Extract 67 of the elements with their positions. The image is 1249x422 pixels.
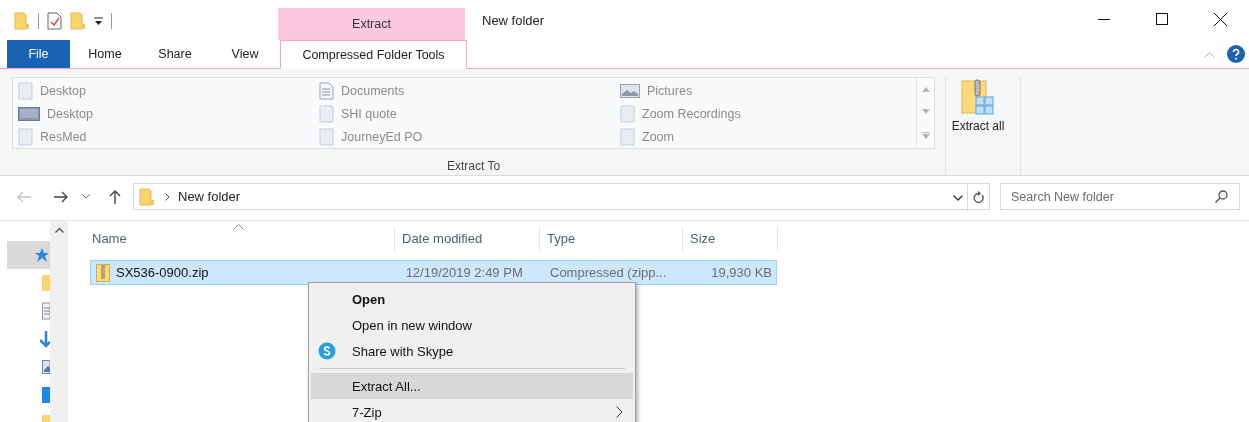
column-header[interactable]: Type xyxy=(540,226,683,251)
ribbon-tab[interactable]: Home xyxy=(70,40,140,68)
zip-folder-icon xyxy=(96,263,110,282)
scrollbar[interactable] xyxy=(50,221,68,422)
column-header[interactable]: Name xyxy=(90,226,395,251)
file-row[interactable]: SX536-0900.zip 12/19/2019 2:49 PM Compressed (zipp... 19,930 KB xyxy=(90,260,777,285)
picture-icon xyxy=(620,84,640,99)
table-cell-text: 12/19/2019 2:49 PM xyxy=(404,265,524,280)
dropdown-icon[interactable] xyxy=(94,16,103,26)
contextual-tab-header: Extract xyxy=(278,8,465,40)
file-icon xyxy=(319,127,334,146)
search-field[interactable]: Search New folder xyxy=(1000,183,1240,210)
chevron-down-icon xyxy=(953,194,963,201)
breadcrumb[interactable]: New folder xyxy=(178,189,241,204)
nav-pane-item[interactable] xyxy=(7,241,50,269)
file-icon xyxy=(620,127,635,146)
refresh-icon xyxy=(972,191,985,204)
file-icon xyxy=(18,82,33,101)
star-icon xyxy=(34,247,50,263)
scroll-up-icon[interactable] xyxy=(54,227,64,233)
file-menu-button[interactable]: File xyxy=(7,40,70,68)
new-folder-icon xyxy=(70,12,86,30)
close-icon xyxy=(1213,12,1227,26)
folder-icon xyxy=(14,12,30,30)
properties-icon[interactable] xyxy=(47,12,62,30)
device-icon xyxy=(42,387,50,403)
menu-item[interactable]: Extract All... xyxy=(311,373,633,399)
menu-item[interactable]: Share with Skype xyxy=(311,338,633,364)
collapse-ribbon-icon[interactable] xyxy=(1204,50,1215,58)
file-icon xyxy=(18,127,33,146)
menu-item[interactable]: Open xyxy=(311,286,633,312)
ribbon-tab[interactable]: View xyxy=(210,40,280,68)
folder-icon xyxy=(42,274,50,292)
arrow-up-icon xyxy=(109,189,121,204)
document-icon xyxy=(319,82,334,101)
document-icon xyxy=(42,302,50,320)
ribbon-tab[interactable]: Share xyxy=(140,40,210,68)
chevron-down-icon xyxy=(82,194,90,199)
monitor-icon xyxy=(18,107,40,121)
file-icon xyxy=(620,105,635,123)
file-name: SX536-0900.zip xyxy=(116,265,209,280)
arrow-down-icon xyxy=(40,330,50,348)
ribbon-tab[interactable]: Compressed Folder Tools xyxy=(280,40,467,69)
folder-icon xyxy=(139,187,155,206)
table-cell-text: 19,930 KB xyxy=(710,265,773,280)
arrow-left-icon xyxy=(16,190,31,203)
extract-all-button[interactable]: Extract all xyxy=(946,77,1010,163)
skype-icon xyxy=(318,342,336,360)
zip-extract-icon xyxy=(961,79,995,117)
more-icon[interactable] xyxy=(921,132,930,140)
group-label: Extract To xyxy=(446,159,501,173)
address-bar[interactable]: New folder xyxy=(133,183,990,210)
chevron-right-icon xyxy=(165,192,170,201)
help-icon[interactable] xyxy=(1227,45,1245,63)
window-title: New folder xyxy=(481,12,546,28)
scroll-down-icon[interactable] xyxy=(921,109,930,115)
sort-ascending-icon xyxy=(233,224,244,230)
column-header[interactable]: Size xyxy=(683,226,778,251)
menu-item[interactable]: Open in new window xyxy=(311,312,633,338)
gallery-item[interactable]: Zoom Recordings xyxy=(615,102,916,126)
menu-item[interactable]: 7-Zip xyxy=(311,399,633,422)
file-icon xyxy=(319,105,334,123)
table-cell-text: Compressed (zipp... xyxy=(549,265,668,280)
arrow-right-icon xyxy=(54,190,68,203)
column-header[interactable]: Date modified xyxy=(395,226,540,251)
search-icon[interactable] xyxy=(1215,190,1228,203)
maximize-icon xyxy=(1156,13,1168,25)
